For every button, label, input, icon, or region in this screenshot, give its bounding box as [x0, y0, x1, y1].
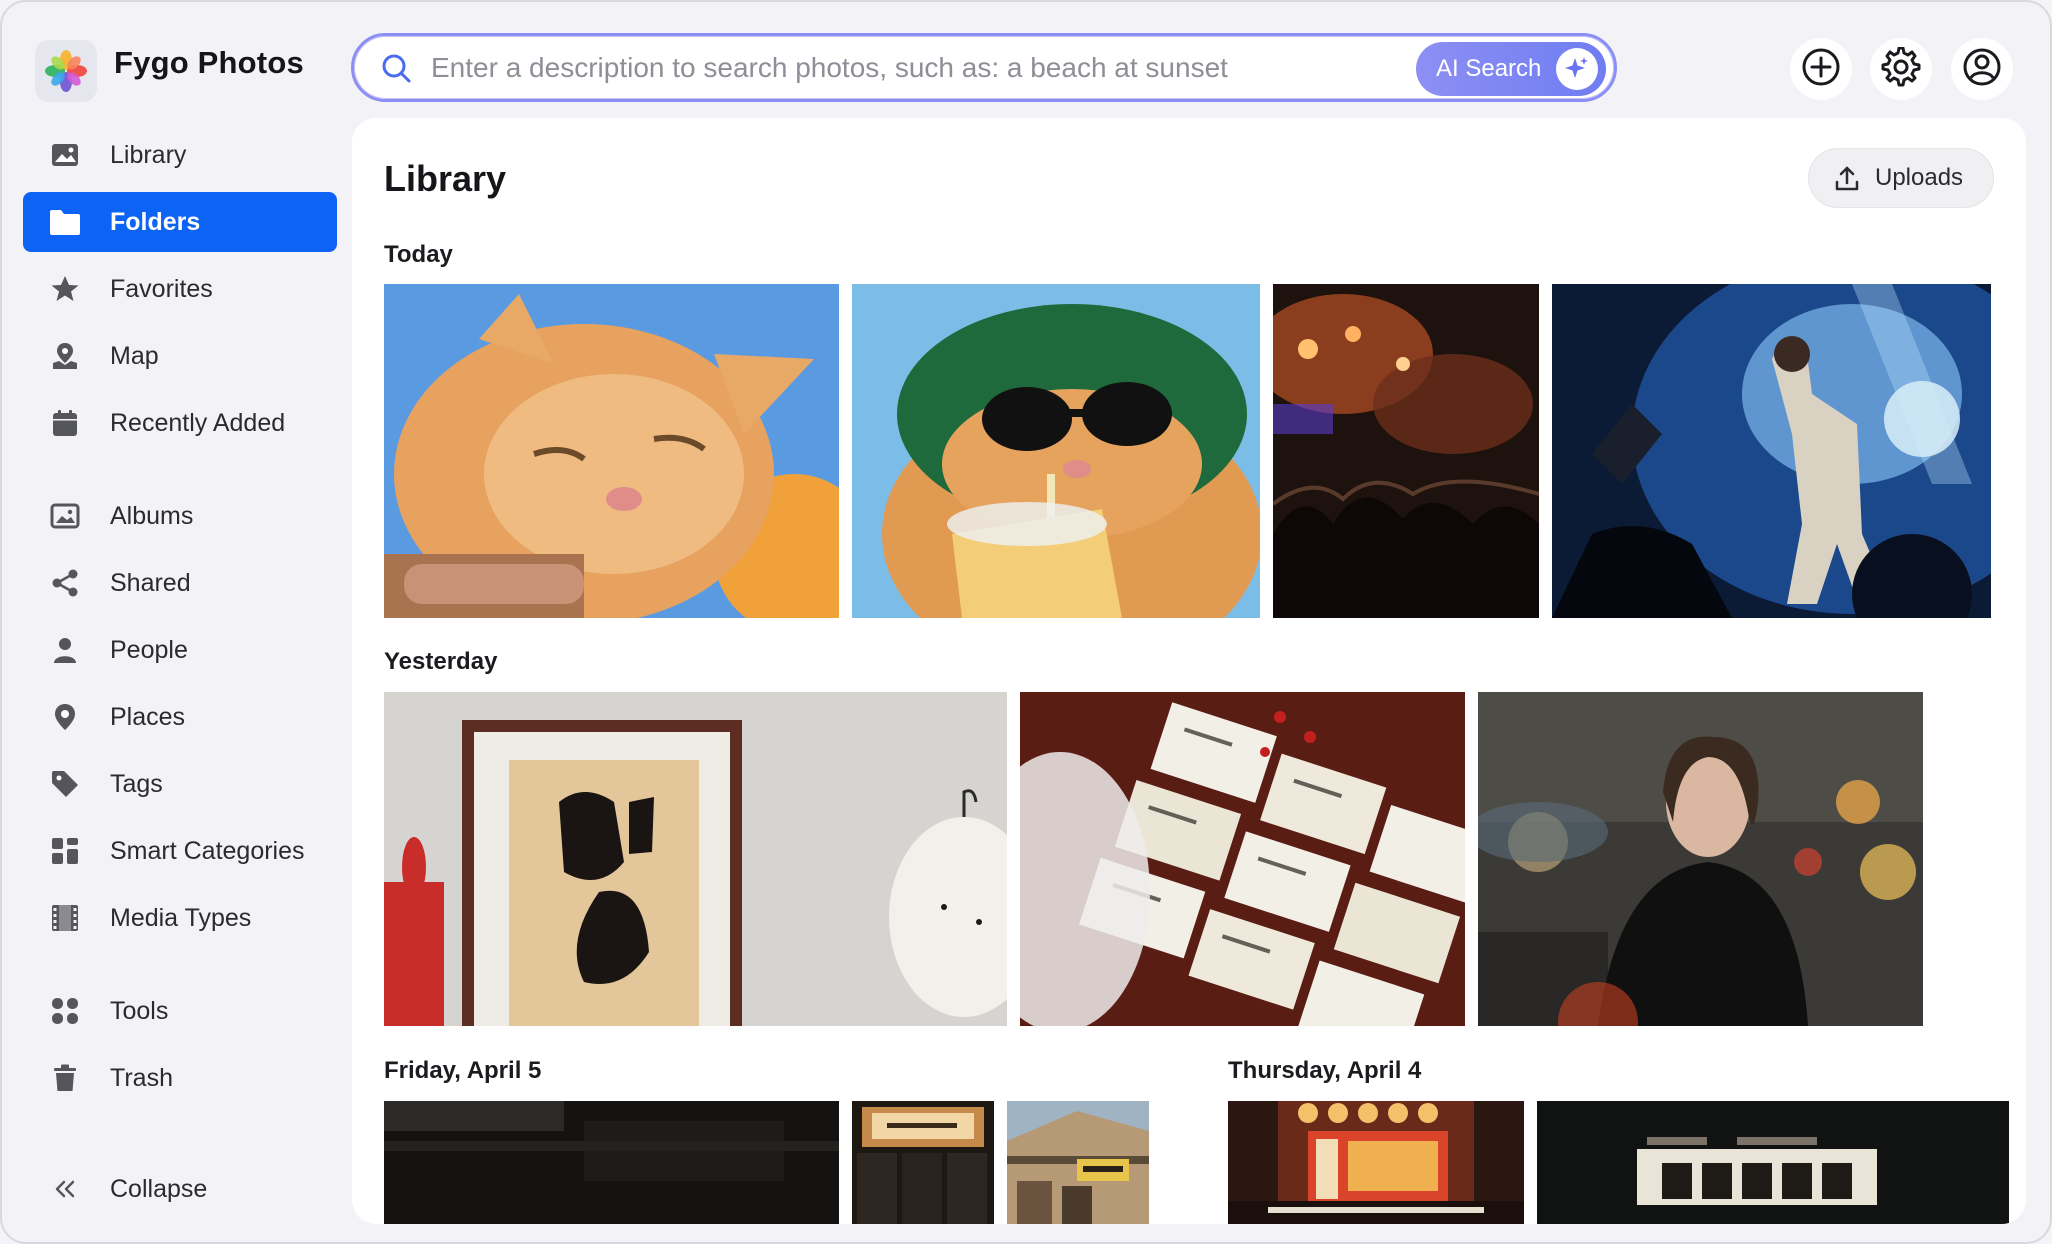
sidebar-item-label: Media Types	[110, 903, 252, 932]
sidebar-item-map[interactable]: Map	[23, 326, 337, 386]
sidebar-item-label: Library	[110, 140, 187, 169]
account-icon	[1962, 47, 2002, 92]
sidebar-item-label: Folders	[110, 207, 201, 236]
grid-icon	[49, 835, 81, 867]
share-icon	[49, 567, 81, 599]
app-logo	[35, 40, 97, 102]
sidebar-item-label: Favorites	[110, 274, 213, 303]
photo-thumbnail[interactable]	[1478, 692, 1923, 1026]
sidebar-item-recently-added[interactable]: Recently Added	[23, 393, 337, 453]
section-title-thursday-april-4: Thursday, April 4	[1228, 1057, 1422, 1084]
sidebar-item-shared[interactable]: Shared	[23, 553, 337, 613]
photo-thumbnail[interactable]	[384, 692, 1007, 1026]
sidebar-item-places[interactable]: Places	[23, 687, 337, 747]
sidebar-item-label: Tags	[110, 769, 163, 798]
search-bar: AI Search	[351, 33, 1617, 102]
flower-logo-icon	[45, 50, 87, 92]
tag-icon	[49, 768, 81, 800]
collapse-button[interactable]: Collapse	[23, 1159, 337, 1219]
ai-search-label: AI Search	[1436, 55, 1542, 82]
ai-search-button[interactable]: AI Search	[1416, 42, 1606, 96]
album-icon	[49, 500, 81, 532]
account-button[interactable]	[1951, 38, 2013, 100]
app-title: Fygo Photos	[114, 45, 304, 80]
sparkle-icon	[1556, 48, 1598, 90]
photo-thumbnail[interactable]	[1552, 284, 1991, 618]
sidebar-item-folders[interactable]: Folders	[23, 192, 337, 252]
sidebar-item-trash[interactable]: Trash	[23, 1048, 337, 1108]
photo-thumbnail[interactable]	[852, 1101, 994, 1224]
sidebar-item-library[interactable]: Library	[23, 125, 337, 185]
sidebar-item-label: Trash	[110, 1063, 173, 1092]
search-icon	[380, 52, 412, 89]
pin-icon	[49, 701, 81, 733]
sidebar-item-label: Tools	[110, 996, 169, 1025]
sidebar-item-label: Map	[110, 341, 159, 370]
double-chevron-left-icon	[49, 1173, 81, 1205]
sidebar-item-label: Albums	[110, 501, 194, 530]
film-icon	[49, 902, 81, 934]
search-input[interactable]	[431, 46, 1381, 90]
image-icon	[49, 139, 81, 171]
photo-thumbnail[interactable]	[1020, 692, 1465, 1026]
photo-thumbnail[interactable]	[1007, 1101, 1149, 1224]
photo-thumbnail[interactable]	[1273, 284, 1539, 618]
trash-icon	[49, 1062, 81, 1094]
photo-thumbnail[interactable]	[1228, 1101, 1524, 1224]
photo-thumbnail[interactable]	[384, 1101, 839, 1224]
photo-thumbnail[interactable]	[852, 284, 1260, 618]
calendar-icon	[49, 407, 81, 439]
tools-icon	[49, 995, 81, 1027]
sidebar-item-smart-categories[interactable]: Smart Categories	[23, 821, 337, 881]
map-icon	[49, 340, 81, 372]
section-title-yesterday: Yesterday	[384, 648, 498, 675]
sidebar-item-label: Recently Added	[110, 408, 286, 437]
library-panel: Library Uploads Today Yesterday Friday, …	[352, 118, 2026, 1224]
settings-button[interactable]	[1870, 38, 1932, 100]
sidebar-item-tools[interactable]: Tools	[23, 981, 337, 1041]
photo-thumbnail[interactable]	[384, 284, 839, 618]
add-icon	[1801, 47, 1841, 92]
sidebar-item-albums[interactable]: Albums	[23, 486, 337, 546]
gear-icon	[1881, 46, 1921, 92]
sidebar-item-favorites[interactable]: Favorites	[23, 259, 337, 319]
sidebar: Library Folders Favorites Map Recently A…	[2, 120, 352, 1240]
collapse-label: Collapse	[110, 1174, 208, 1203]
add-button[interactable]	[1790, 38, 1852, 100]
section-title-today: Today	[384, 241, 453, 268]
sidebar-item-people[interactable]: People	[23, 620, 337, 680]
upload-icon	[1833, 165, 1861, 200]
uploads-button[interactable]: Uploads	[1808, 148, 1994, 208]
page-title: Library	[384, 158, 507, 199]
photo-thumbnail[interactable]	[1537, 1101, 2009, 1224]
sidebar-item-media-types[interactable]: Media Types	[23, 888, 337, 948]
sidebar-item-label: Places	[110, 702, 186, 731]
section-title-friday-april-5: Friday, April 5	[384, 1057, 542, 1084]
app-window: Fygo Photos AI Search Library	[0, 0, 2052, 1244]
sidebar-item-tags[interactable]: Tags	[23, 754, 337, 814]
star-icon	[49, 273, 81, 305]
uploads-label: Uploads	[1875, 164, 1964, 191]
sidebar-item-label: Smart Categories	[110, 836, 305, 865]
sidebar-item-label: People	[110, 635, 188, 664]
sidebar-item-label: Shared	[110, 568, 191, 597]
folder-icon	[49, 206, 81, 238]
person-icon	[49, 634, 81, 666]
